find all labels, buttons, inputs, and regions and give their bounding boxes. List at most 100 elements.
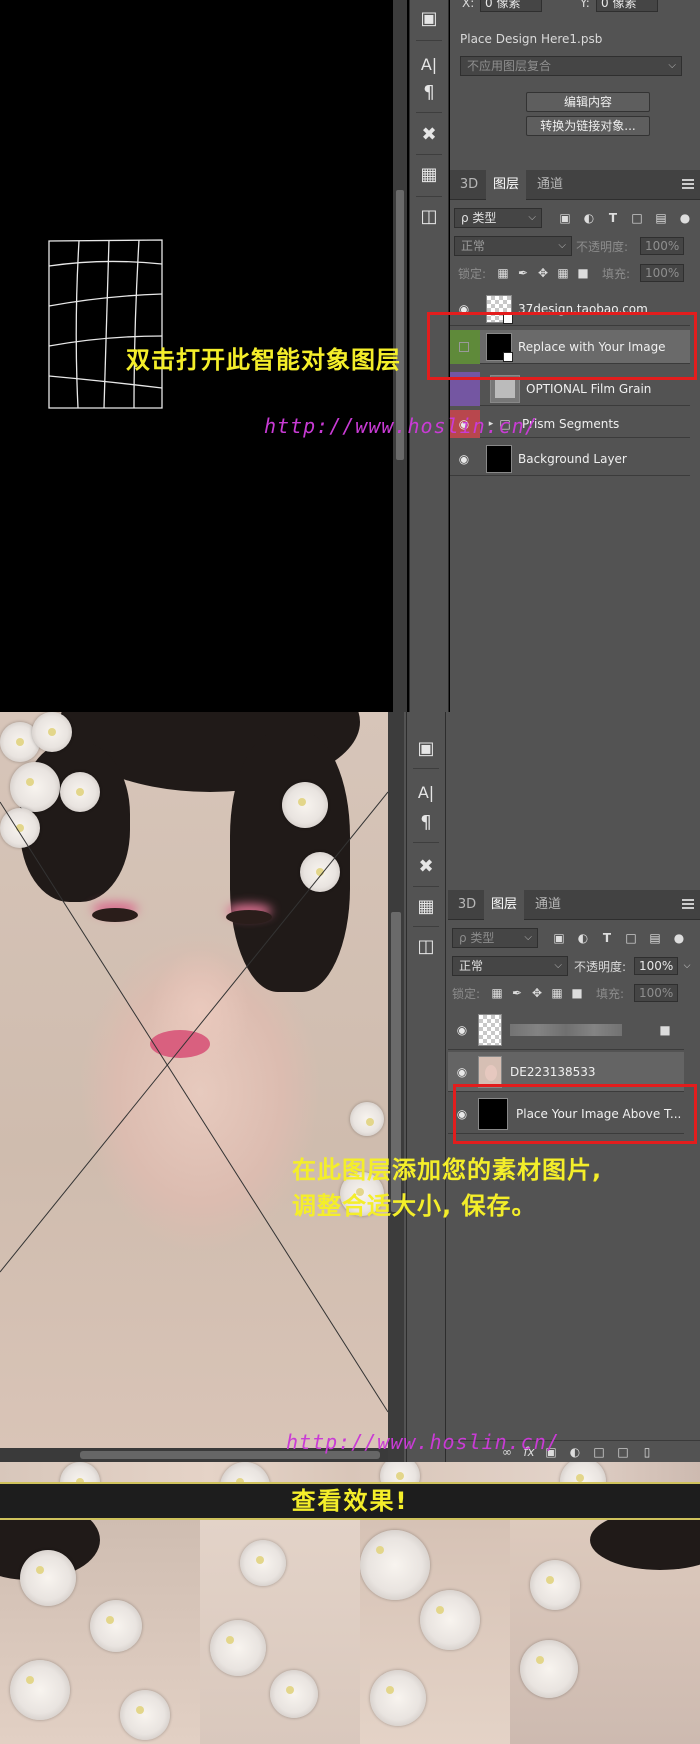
character-icon[interactable]: A| — [407, 776, 445, 808]
lock-artboard-icon[interactable]: ▦ — [550, 986, 564, 1000]
adjustment-icon[interactable]: ◐ — [568, 1445, 582, 1459]
warp-grid — [48, 239, 163, 409]
prism-segment — [360, 1520, 510, 1744]
filter-smart-icon[interactable]: ▤ — [648, 931, 662, 945]
result-preview: 查看效果! — [0, 1462, 700, 1744]
instruction-text-line2: 调整合适大小, 保存。 — [292, 1192, 537, 1220]
highlight-box — [427, 312, 697, 380]
lock-paint-icon[interactable]: ✒ — [516, 266, 530, 280]
highlight-box — [453, 1084, 697, 1144]
lock-move-icon[interactable]: ✥ — [536, 266, 550, 280]
filter-type-icon[interactable]: T — [606, 211, 620, 225]
step2-screenshot: ▣ A| ¶ ✖ ▦ ◫ 3D 图层 通道 ρ 类型 ⌵ ▣ ◐ T □ ▤ ● … — [0, 712, 700, 1462]
layer-filter-select[interactable]: ρ 类型 ⌵ — [452, 928, 538, 948]
tab-layers[interactable]: 图层 — [484, 890, 524, 920]
layer-row[interactable]: ◉ ■ — [448, 1010, 684, 1050]
layer-comps-icon[interactable]: ◫ — [410, 200, 448, 232]
filter-pixel-icon[interactable]: ▣ — [558, 211, 572, 225]
filter-shape-icon[interactable]: □ — [630, 211, 644, 225]
convert-to-linked-button[interactable]: 转换为链接对象... — [526, 116, 650, 136]
step1-screenshot: ▣ A| ¶ ✖ ▦ ◫ X: 0 像素 Y: 0 像素 Place Desig… — [0, 0, 700, 712]
filter-toggle-icon[interactable]: ● — [678, 211, 692, 225]
swatch-icon[interactable]: ▦ — [410, 158, 448, 190]
lock-all-icon[interactable]: ■ — [570, 986, 584, 1000]
blurred-layer-name — [510, 1024, 622, 1036]
tools-icon[interactable]: ✖ — [407, 850, 445, 882]
opacity-field[interactable]: 100% — [634, 957, 678, 975]
blend-mode-select[interactable]: 正常 ⌵ — [454, 236, 572, 256]
portrait-image — [0, 712, 388, 1448]
blend-mode-select[interactable]: 正常 ⌵ — [452, 956, 568, 976]
lock-paint-icon[interactable]: ✒ — [510, 986, 524, 1000]
layer-thumbnail — [486, 445, 512, 473]
result-title: 查看效果! — [291, 1487, 409, 1515]
chevron-down-icon[interactable]: ⌵ — [680, 959, 694, 973]
lock-move-icon[interactable]: ✥ — [530, 986, 544, 1000]
filter-toggle-icon[interactable]: ● — [672, 931, 686, 945]
filter-shape-icon[interactable]: □ — [624, 931, 638, 945]
filter-type-icon[interactable]: T — [600, 931, 614, 945]
instruction-text-line1: 在此图层添加您的素材图片, — [292, 1156, 603, 1184]
layer-filter-select[interactable]: ρ 类型 ⌵ — [454, 208, 542, 228]
stamp-tool-icon[interactable]: ▣ — [410, 2, 448, 34]
group-icon[interactable]: □ — [592, 1445, 606, 1459]
layer-comp-select[interactable]: 不应用图层复合 ⌵ — [460, 56, 682, 76]
lock-label: 锁定: — [452, 987, 481, 1001]
lock-transparent-icon[interactable]: ▦ — [490, 986, 504, 1000]
filter-pixel-icon[interactable]: ▣ — [552, 931, 566, 945]
layer-thumbnail — [478, 1014, 502, 1046]
lock-artboard-icon[interactable]: ▦ — [556, 266, 570, 280]
tab-3d[interactable]: 3D — [452, 890, 482, 920]
paragraph-icon[interactable]: ¶ — [407, 806, 445, 838]
trash-icon[interactable]: ▯ — [640, 1445, 654, 1459]
swatch-icon[interactable]: ▦ — [407, 890, 445, 922]
lock-label: 锁定: — [458, 267, 487, 281]
lock-transparent-icon[interactable]: ▦ — [496, 266, 510, 280]
result-title-bar: 查看效果! — [0, 1482, 700, 1520]
tab-channels[interactable]: 通道 — [528, 170, 572, 200]
tab-layers[interactable]: 图层 — [486, 170, 526, 200]
eye-icon[interactable]: ◉ — [454, 1065, 470, 1079]
panel-menu-icon[interactable] — [682, 179, 694, 189]
lock-all-icon[interactable]: ■ — [576, 266, 590, 280]
layers-tabbar: 3D 图层 通道 — [448, 890, 700, 920]
layer-name: Background Layer — [518, 452, 627, 466]
lock-icon: ■ — [659, 1023, 671, 1037]
instruction-text: 双击打开此智能对象图层 — [126, 346, 401, 374]
fill-field[interactable]: 100% — [634, 984, 678, 1002]
prism-segment — [200, 1520, 360, 1744]
filter-adjust-icon[interactable]: ◐ — [576, 931, 590, 945]
y-label: Y: — [580, 0, 590, 10]
smart-object-filename: Place Design Here1.psb — [460, 32, 603, 46]
opacity-label: 不透明度: — [574, 960, 627, 974]
filter-smart-icon[interactable]: ▤ — [654, 211, 668, 225]
panel-menu-icon[interactable] — [682, 899, 694, 909]
tab-3d[interactable]: 3D — [454, 170, 484, 200]
edit-contents-button[interactable]: 编辑内容 — [526, 92, 650, 112]
eye-icon[interactable]: ◉ — [454, 1023, 470, 1037]
layer-row[interactable]: ◉ Background Layer — [450, 442, 690, 476]
eye-icon[interactable]: ◉ — [456, 452, 472, 466]
watermark-text: http://www.hoslin.cn/ — [264, 414, 538, 438]
panel-icon-strip: ▣ A| ¶ ✖ ▦ ◫ — [406, 712, 446, 1462]
filter-adjust-icon[interactable]: ◐ — [582, 211, 596, 225]
transform-cross-lines — [0, 791, 388, 1413]
watermark-text: http://www.hoslin.cn/ — [286, 1430, 560, 1454]
paragraph-icon[interactable]: ¶ — [410, 76, 448, 108]
tools-icon[interactable]: ✖ — [410, 118, 448, 150]
fill-label: 填充: — [596, 987, 625, 1001]
fill-field[interactable]: 100% — [640, 264, 684, 282]
layers-tabbar: 3D 图层 通道 — [450, 170, 700, 200]
y-field[interactable]: 0 像素 — [596, 0, 658, 12]
prism-segment — [0, 1520, 200, 1744]
tab-channels[interactable]: 通道 — [526, 890, 570, 920]
canvas-scrollbar[interactable] — [388, 712, 404, 1462]
opacity-field[interactable]: 100% — [640, 237, 684, 255]
x-field[interactable]: 0 像素 — [480, 0, 542, 12]
new-layer-icon[interactable]: □ — [616, 1445, 630, 1459]
opacity-label: 不透明度: — [576, 240, 629, 254]
x-label: X: — [462, 0, 475, 10]
fill-label: 填充: — [602, 267, 631, 281]
stamp-tool-icon[interactable]: ▣ — [407, 732, 445, 764]
layer-comps-icon[interactable]: ◫ — [407, 930, 445, 962]
